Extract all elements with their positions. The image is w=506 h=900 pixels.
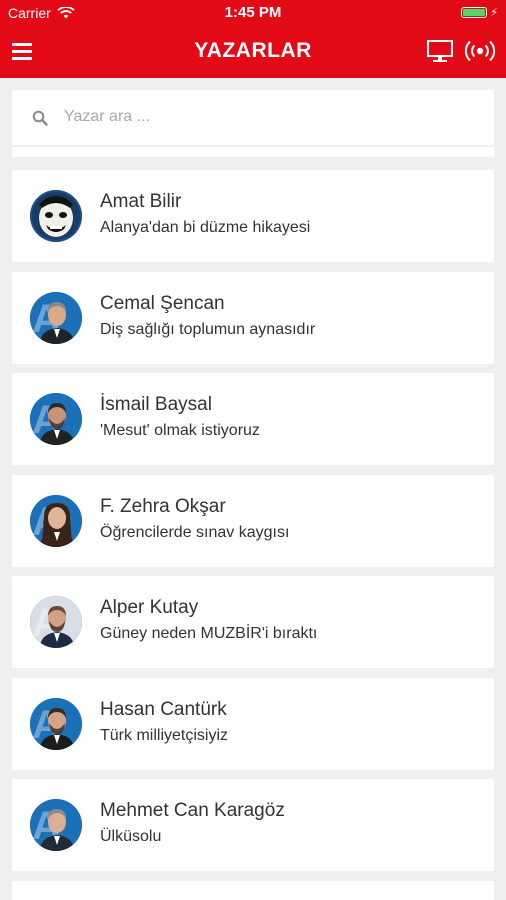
battery-icon [461, 7, 488, 18]
author-list-item-partial[interactable] [12, 880, 494, 900]
author-list-item[interactable]: A F. Zehra Okşar Öğrencilerde sınav kaygıs… [12, 474, 494, 567]
top-bar: Carrier 1:45 PM ⚡ YAZARLAR [0, 0, 506, 78]
author-avatar: A [30, 494, 82, 547]
author-list-item[interactable]: A Alper Kutay Güney neden MUZBİR'i bıraktı [12, 576, 494, 668]
author-name: Amat Bilir [100, 191, 182, 212]
author-name: Mehmet Can Karagöz [100, 800, 285, 821]
author-name: Alper Kutay [100, 597, 199, 618]
author-list-item[interactable]: A Cemal Şencan Diş sağlığı toplumun aynası… [12, 271, 494, 364]
live-broadcast-icon[interactable] [464, 38, 496, 64]
author-name: Hasan Cantürk [100, 698, 227, 720]
author-avatar: A [30, 596, 82, 648]
status-bar: Carrier 1:45 PM ⚡ [0, 0, 506, 26]
search-input[interactable] [64, 106, 474, 128]
tv-monitor-icon[interactable] [426, 38, 454, 64]
author-avatar: A [30, 697, 82, 750]
battery-fill [463, 9, 486, 16]
author-avatar: A [30, 799, 82, 851]
author-list-item[interactable]: A Mehmet Can Karagöz Ülküsolu [12, 779, 494, 871]
article-title: Diş sağlığı toplumun aynasıdır [100, 320, 316, 338]
search-divider [12, 147, 494, 157]
author-name: F. Zehra Okşar [100, 495, 226, 517]
article-title: Ülküsolu [100, 828, 162, 845]
battery-indicator: ⚡ [461, 6, 498, 19]
author-list-item[interactable]: A Hasan Cantürk Türk milliyetçisiyiz [12, 677, 494, 770]
header: YAZARLAR [0, 26, 506, 78]
charging-icon: ⚡ [490, 7, 498, 19]
app-screen: Carrier 1:45 PM ⚡ YAZARLAR Yazar ara ...… [0, 0, 506, 900]
author-list: Amat Bilir Alanya'dan bi düzme hikayesi A C… [12, 170, 494, 900]
author-list-item[interactable]: Amat Bilir Alanya'dan bi düzme hikayesi [12, 170, 494, 262]
article-title: Alanya'dan bi düzme hikayesi [100, 219, 311, 236]
article-title: Öğrencilerde sınav kaygısı [100, 523, 290, 541]
article-title: Türk milliyetçisiyiz [100, 726, 228, 744]
article-title: 'Mesut' olmak istiyoruz [100, 422, 260, 439]
search-icon [32, 110, 48, 126]
author-name: Cemal Şencan [100, 292, 225, 314]
author-avatar: A [30, 393, 82, 445]
author-list-item[interactable]: A İsmail Baysal 'Mesut' olmak istiyoruz [12, 373, 494, 465]
article-title: Güney neden MUZBİR'i bıraktı [100, 625, 318, 642]
status-time: 1:45 PM [224, 4, 282, 21]
author-avatar [30, 190, 82, 242]
author-avatar: A [30, 291, 82, 344]
search-bar [12, 90, 494, 145]
author-name: İsmail Baysal [100, 394, 212, 415]
